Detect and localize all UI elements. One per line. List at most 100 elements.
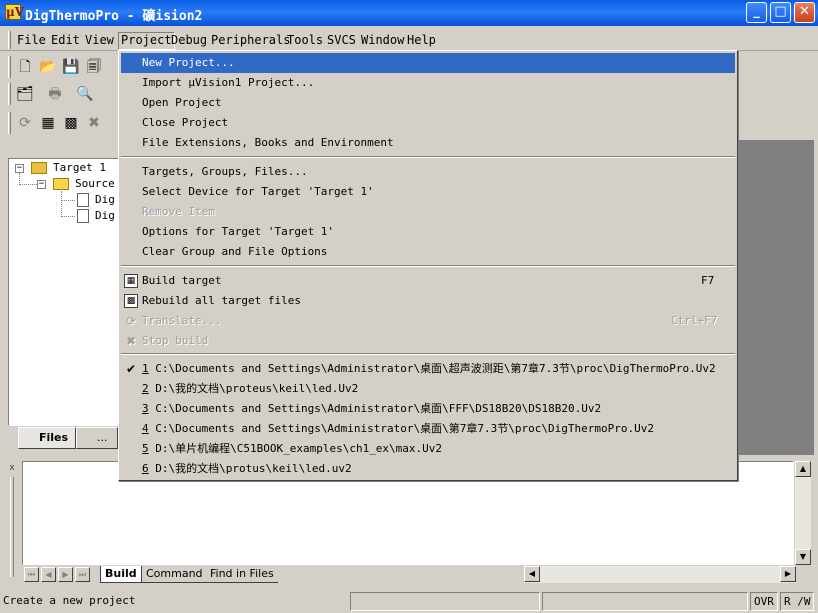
recent-project-path: C:\Documents and Settings\Administrator\…	[148, 362, 716, 375]
status-bar: Create a new project OVR R /W	[0, 590, 818, 613]
project-menu-dropdown: New Project... Import μVision1 Project..…	[118, 50, 738, 481]
save-icon[interactable]: 💾	[60, 56, 82, 78]
menu-item-select-device[interactable]: Select Device for Target 'Target 1'	[121, 182, 735, 202]
next-tab-icon[interactable]: ▶	[58, 567, 73, 582]
menu-item-recent-project-3[interactable]: 3 C:\Documents and Settings\Administrato…	[121, 399, 735, 419]
menu-item-remove-item[interactable]: Remove Item	[121, 202, 735, 222]
menu-svcs-label: SVCS	[327, 33, 356, 47]
menu-debug[interactable]: Debug	[168, 32, 210, 50]
project-workspace-pane: − Target 1 − Source Dig Dig	[8, 158, 120, 426]
menu-project-label: Project	[121, 33, 172, 47]
menu-peripherals[interactable]: Peripherals	[208, 32, 293, 50]
menu-project[interactable]: Project	[118, 32, 175, 50]
status-pane	[350, 592, 540, 611]
tree-item-source-group[interactable]: Source	[75, 176, 115, 192]
tree-item-file[interactable]: Dig	[95, 192, 115, 208]
menu-item-recent-project-6[interactable]: 6 D:\我的文档\protus\keil\led.uv2	[121, 459, 735, 479]
toolbar-grip[interactable]	[8, 83, 11, 105]
menu-separator	[121, 156, 735, 158]
scroll-left-icon[interactable]: ◀	[524, 566, 540, 582]
menu-item-close-project[interactable]: Close Project	[121, 113, 735, 133]
stop-build-icon: ✖	[125, 334, 137, 348]
tab-find-in-files[interactable]: Find in Files	[206, 566, 278, 583]
tree-item-file[interactable]: Dig	[95, 208, 115, 224]
menu-item-options-for-target[interactable]: Options for Target 'Target 1'	[121, 222, 735, 242]
toolbar-grip[interactable]	[8, 112, 11, 134]
output-horizontal-scrollbar[interactable]: ◀ ▶	[524, 566, 796, 583]
menu-item-translate[interactable]: ⟳ Translate... Ctrl+F7	[121, 311, 735, 331]
tree-item-target[interactable]: Target 1	[53, 160, 106, 176]
menu-file[interactable]: File	[14, 32, 49, 50]
uvision-app-icon[interactable]: µV	[5, 4, 24, 20]
menu-item-recent-project-5[interactable]: 5 D:\单片机编程\C51BOOK_examples\ch1_ex\max.U…	[121, 439, 735, 459]
prev-tab-icon[interactable]: ◀	[41, 567, 56, 582]
menu-item-label: Import μVision1 Project...	[142, 76, 315, 89]
tab-command[interactable]: Command	[142, 566, 207, 583]
menu-item-label: Targets, Groups, Files...	[142, 165, 308, 178]
project-window-icon[interactable]: 🗂	[14, 83, 36, 105]
open-folder-icon[interactable]: 📂	[37, 56, 59, 78]
tab-books-label: ...	[97, 431, 108, 444]
tab-books[interactable]: ...	[76, 427, 118, 449]
stop-build-icon[interactable]: ✖	[83, 112, 105, 134]
menu-item-file-extensions[interactable]: File Extensions, Books and Environment	[121, 133, 735, 153]
dock-grip[interactable]	[10, 477, 14, 577]
menu-item-recent-project-1[interactable]: ✔ 1 C:\Documents and Settings\Administra…	[121, 359, 735, 379]
menu-item-recent-project-4[interactable]: 4 C:\Documents and Settings\Administrato…	[121, 419, 735, 439]
menu-help[interactable]: Help	[404, 32, 439, 50]
menu-view[interactable]: View	[82, 32, 117, 50]
tab-build[interactable]: Build	[100, 566, 142, 583]
menu-tools[interactable]: Tools	[284, 32, 326, 50]
menu-item-open-project[interactable]: Open Project	[121, 93, 735, 113]
menu-item-new-project[interactable]: New Project...	[121, 53, 735, 73]
minimize-button[interactable]: _	[746, 2, 767, 23]
menu-item-build-target[interactable]: ▦ Build target F7	[121, 271, 735, 291]
scroll-right-icon[interactable]: ▶	[780, 566, 796, 582]
output-dock-handle[interactable]: x	[4, 461, 20, 583]
menu-separator	[121, 265, 735, 267]
tab-files[interactable]: Files	[18, 427, 76, 449]
print-icon[interactable]: 🖶	[44, 83, 66, 105]
menu-item-label: Rebuild all target files	[142, 294, 301, 307]
toolbar-grip[interactable]	[8, 56, 11, 78]
scroll-down-icon[interactable]: ▼	[795, 549, 811, 565]
maximize-button[interactable]: □	[770, 2, 791, 23]
menu-item-import-project[interactable]: Import μVision1 Project...	[121, 73, 735, 93]
first-tab-icon[interactable]: ⏮	[24, 567, 39, 582]
title-bar[interactable]: µV DigThermoPro - 礦ision2 _ □ ✕	[0, 0, 818, 26]
collapse-icon[interactable]: −	[37, 180, 46, 189]
status-message: Create a new project	[3, 594, 136, 607]
menu-item-stop-build[interactable]: ✖ Stop build	[121, 331, 735, 351]
menu-item-clear-group-options[interactable]: Clear Group and File Options	[121, 242, 735, 262]
menu-item-label: File Extensions, Books and Environment	[142, 136, 394, 149]
rebuild-icon: ▩	[124, 294, 138, 308]
menu-edit[interactable]: Edit	[48, 32, 83, 50]
tree-line	[61, 200, 75, 201]
find-icon[interactable]: 🔍	[74, 83, 96, 105]
recent-project-number: 5	[142, 442, 149, 455]
status-pane	[542, 592, 748, 611]
menu-window[interactable]: Window	[358, 32, 407, 50]
menu-item-rebuild-all[interactable]: ▩ Rebuild all target files	[121, 291, 735, 311]
last-tab-icon[interactable]: ⏭	[75, 567, 90, 582]
build-icon[interactable]: ▦	[37, 112, 59, 134]
translate-icon[interactable]: ⟳	[14, 112, 36, 134]
save-all-icon[interactable]: 🗐	[83, 56, 105, 78]
close-output-icon[interactable]: x	[7, 463, 17, 473]
menu-svcs[interactable]: SVCS	[324, 32, 359, 50]
checkmark-icon: ✔	[126, 362, 137, 376]
rebuild-icon[interactable]: ▩	[60, 112, 82, 134]
output-vertical-scrollbar[interactable]: ▲ ▼	[795, 461, 811, 565]
recent-project-number: 2	[142, 382, 149, 395]
new-file-icon[interactable]: 🗋	[14, 56, 36, 78]
menubar-grip[interactable]	[8, 31, 11, 49]
scroll-up-icon[interactable]: ▲	[795, 461, 811, 477]
tree-line	[61, 191, 62, 217]
build-icon: ▦	[124, 274, 138, 288]
collapse-icon[interactable]: −	[15, 164, 24, 173]
editor-workspace	[738, 140, 814, 455]
tree-line	[19, 184, 37, 185]
close-button[interactable]: ✕	[794, 2, 815, 23]
menu-item-recent-project-2[interactable]: 2 D:\我的文档\proteus\keil\led.Uv2	[121, 379, 735, 399]
menu-item-targets-groups-files[interactable]: Targets, Groups, Files...	[121, 162, 735, 182]
